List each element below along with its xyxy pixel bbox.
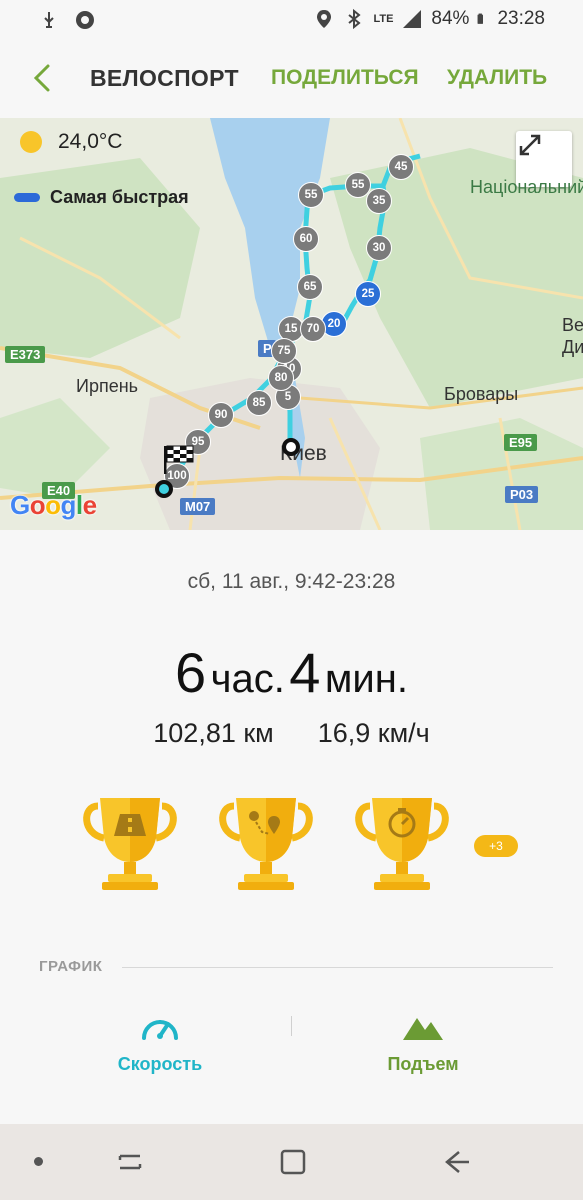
map-label-irpin: Ирпень bbox=[76, 376, 139, 396]
trophy-list[interactable] bbox=[78, 792, 454, 896]
duration-minutes: 4 bbox=[289, 641, 321, 704]
tab-elevation[interactable]: Подъем bbox=[343, 1008, 503, 1075]
speedometer-icon bbox=[142, 1020, 178, 1040]
km-marker: 30 bbox=[366, 235, 392, 261]
map-label-brovary: Бровары bbox=[444, 384, 519, 404]
km-marker: 35 bbox=[366, 188, 392, 214]
route-legend-swatch bbox=[14, 193, 40, 202]
recent-apps-icon[interactable] bbox=[114, 1146, 146, 1178]
distance-trophy-icon[interactable] bbox=[78, 792, 182, 896]
km-marker: 45 bbox=[388, 154, 414, 180]
route-end-marker bbox=[155, 480, 173, 498]
km-marker: 90 bbox=[208, 402, 234, 428]
location-icon bbox=[317, 10, 332, 28]
km-marker: 80 bbox=[268, 365, 294, 391]
chart-section-header: ГРАФИК bbox=[39, 958, 103, 975]
km-marker: 25 bbox=[355, 281, 381, 307]
map-label-velyka: Велик Димер bbox=[562, 315, 583, 357]
workout-summary: сб, 11 авг., 9:42-23:28 6 час. 4 мин. 10… bbox=[0, 530, 583, 1124]
back-nav-icon[interactable] bbox=[441, 1146, 473, 1178]
battery-percent: 84% bbox=[431, 8, 470, 29]
back-icon[interactable] bbox=[26, 60, 62, 96]
signal-icon bbox=[403, 10, 422, 28]
km-marker: 55 bbox=[298, 182, 324, 208]
km-marker: 65 bbox=[297, 274, 323, 300]
page-title: ВЕЛОСПОРТ bbox=[90, 65, 239, 91]
status-bar: LTE 84% 23:28 bbox=[0, 0, 583, 40]
weather-info: 24,0°C bbox=[20, 130, 122, 154]
distance-value: 102,81 км bbox=[153, 718, 274, 748]
finish-flag-icon bbox=[164, 445, 194, 474]
tab-speed[interactable]: Скорость bbox=[80, 1008, 240, 1075]
km-marker: 60 bbox=[293, 226, 319, 252]
tab-speed-label: Скорость bbox=[117, 1054, 203, 1074]
google-logo: Google bbox=[10, 490, 97, 520]
temperature: 24,0°C bbox=[58, 130, 123, 153]
clock: 23:28 bbox=[497, 8, 545, 29]
nav-dot-icon[interactable] bbox=[34, 1157, 43, 1166]
route-legend: Самая быстрая bbox=[14, 187, 189, 208]
route-legend-label: Самая быстрая bbox=[50, 187, 189, 207]
km-marker: 55 bbox=[345, 172, 371, 198]
km-marker: 70 bbox=[300, 316, 326, 342]
app-header: ВЕЛОСПОРТ ПОДЕЛИТЬСЯ УДАЛИТЬ bbox=[0, 40, 583, 118]
road-badge: M07 bbox=[180, 498, 216, 515]
map-label-park: Національний природний парк "Залісся" bbox=[470, 177, 583, 197]
mountain-icon bbox=[403, 1018, 443, 1040]
workout-duration: 6 час. 4 мин. bbox=[0, 640, 583, 705]
road-badge: P03 bbox=[505, 486, 539, 503]
road-badge: E95 bbox=[504, 434, 538, 451]
km-marker: 85 bbox=[246, 390, 272, 416]
route-trophy-icon[interactable] bbox=[214, 792, 318, 896]
workout-date: сб, 11 авг., 9:42-23:28 bbox=[187, 570, 396, 593]
share-button[interactable]: ПОДЕЛИТЬСЯ bbox=[271, 66, 419, 90]
delete-button[interactable]: УДАЛИТЬ bbox=[447, 66, 547, 90]
expand-icon bbox=[519, 134, 541, 156]
usb-debug-icon bbox=[44, 12, 54, 28]
home-icon[interactable] bbox=[277, 1146, 309, 1178]
avg-speed-value: 16,9 км/ч bbox=[317, 718, 430, 748]
battery-icon bbox=[477, 13, 484, 24]
workout-stats: 102,81 км 16,9 км/ч bbox=[0, 718, 583, 749]
duration-hours-unit: час. bbox=[210, 657, 285, 701]
system-nav-bar bbox=[0, 1124, 583, 1200]
more-trophies-badge[interactable]: +3 bbox=[474, 835, 518, 857]
route-map[interactable]: 24,0°C Самая быстрая Національний природ… bbox=[0, 118, 583, 530]
bluetooth-icon bbox=[348, 8, 362, 30]
sun-icon bbox=[20, 131, 42, 153]
duration-hours: 6 bbox=[175, 641, 207, 704]
duration-trophy-icon[interactable] bbox=[350, 792, 454, 896]
route-start-marker bbox=[282, 438, 300, 456]
duration-minutes-unit: мин. bbox=[324, 657, 408, 701]
road-badge: E373 bbox=[5, 346, 46, 363]
tab-divider bbox=[291, 1016, 292, 1036]
tab-elevation-label: Подъем bbox=[387, 1054, 459, 1074]
section-divider bbox=[122, 967, 553, 968]
km-marker: 75 bbox=[271, 338, 297, 364]
network-type: LTE bbox=[373, 13, 394, 25]
record-icon bbox=[76, 11, 94, 29]
